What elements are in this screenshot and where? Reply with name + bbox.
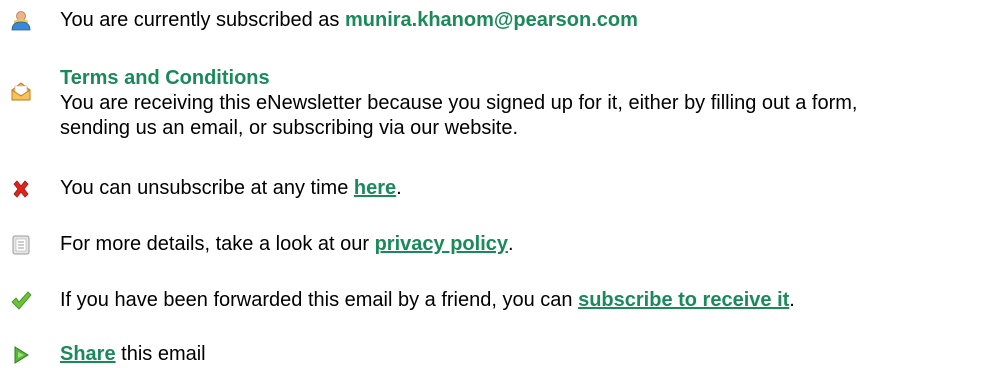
terms-body-line1: You are receiving this eNewsletter becau… xyxy=(60,92,858,114)
subscriber-email: munira.khanom@pearson.com xyxy=(344,9,638,31)
subscribe-link[interactable]: subscribe to receive it xyxy=(578,289,789,311)
red-x-icon xyxy=(10,178,32,200)
subscription-text: You are currently subscribed as xyxy=(60,9,345,31)
forwarded-suffix: . xyxy=(789,289,795,311)
arrow-right-icon xyxy=(10,344,32,366)
privacy-policy-link[interactable]: privacy policy xyxy=(375,233,508,255)
terms-body-line2: sending us an email, or subscribing via … xyxy=(60,117,519,139)
privacy-text: For more details, take a look at our xyxy=(60,233,375,255)
unsubscribe-suffix: . xyxy=(396,177,402,199)
unsubscribe-link[interactable]: here xyxy=(354,177,396,199)
open-envelope-icon xyxy=(10,80,32,102)
privacy-suffix: . xyxy=(508,233,514,255)
share-suffix: this email xyxy=(115,343,206,365)
checkmark-icon xyxy=(10,290,32,312)
share-link[interactable]: Share xyxy=(60,343,116,365)
forwarded-text: If you have been forwarded this email by… xyxy=(60,289,579,311)
user-icon xyxy=(10,10,32,32)
terms-heading: Terms and Conditions xyxy=(60,67,270,89)
document-icon xyxy=(10,234,32,256)
unsubscribe-text: You can unsubscribe at any time xyxy=(60,177,354,199)
